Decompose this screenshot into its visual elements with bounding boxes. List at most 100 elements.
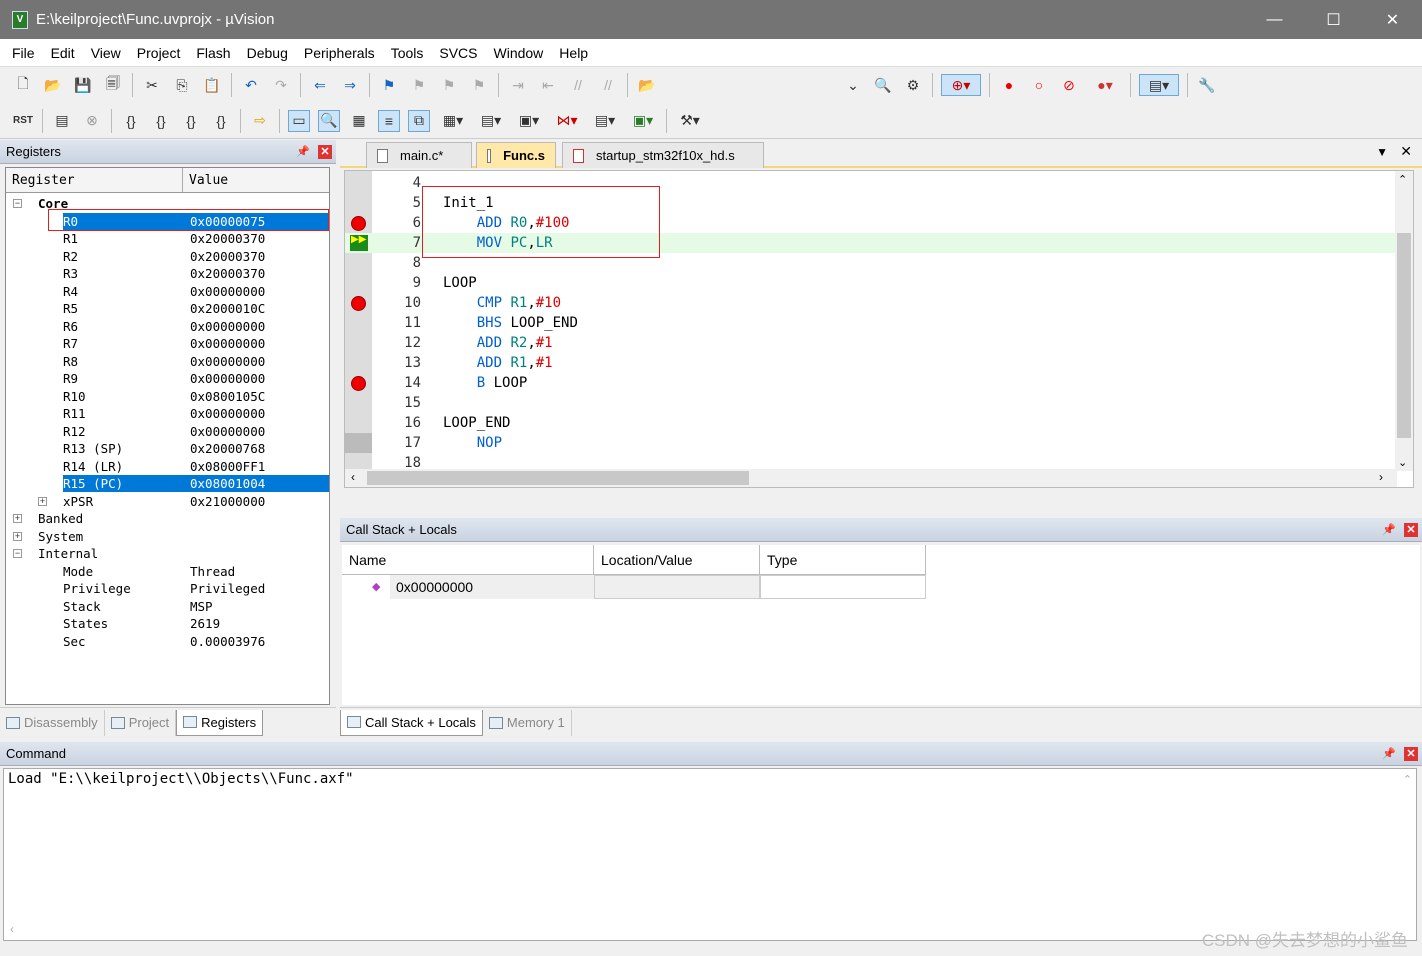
register-row[interactable]: R3 0x20000370 [63,265,329,282]
code-line[interactable]: 11 BHS LOOP_END [345,313,1395,333]
nav-back-icon[interactable]: ⇐ [309,74,331,96]
name-column-header[interactable]: Name [342,545,594,575]
symbols-window-icon[interactable]: ▦ [348,110,370,132]
command-output[interactable]: Load "E:\\keilproject\\Objects\\Func.axf… [3,768,1417,941]
step-into-icon[interactable]: {} [120,110,142,132]
comment-icon[interactable]: // [567,74,589,96]
incremental-find-icon[interactable]: ⚙ [902,74,924,96]
save-icon[interactable]: 💾 [72,74,94,96]
register-row[interactable]: R7 0x00000000 [63,335,329,352]
tab-memory-1[interactable]: Memory 1 [483,709,572,736]
menu-tools[interactable]: Tools [383,45,432,61]
tab-project[interactable]: Project [105,709,177,736]
bookmark-icon[interactable]: ⚑ [378,74,400,96]
register-row[interactable]: R9 0x00000000 [63,370,329,387]
register-row[interactable]: Banked [38,510,329,527]
close-panel-icon[interactable]: ✕ [318,144,332,159]
register-row[interactable]: R14 (LR) 0x08000FF1 [63,458,329,475]
menu-help[interactable]: Help [551,45,596,61]
close-editor-icon[interactable]: ✕ [1400,143,1412,160]
maximize-button[interactable]: ☐ [1304,0,1363,39]
clear-bookmarks-icon[interactable]: ⚑ [468,74,490,96]
stop-icon[interactable]: ⊗ [81,110,103,132]
register-row[interactable]: Stack MSP [63,598,329,615]
menu-debug[interactable]: Debug [239,45,296,61]
register-row[interactable]: Mode Thread [63,563,329,580]
tab-disassembly[interactable]: Disassembly [0,709,105,736]
register-row[interactable]: R8 0x00000000 [63,353,329,370]
expand-toggle-icon[interactable]: − [13,199,22,208]
expand-toggle-icon[interactable]: + [13,531,22,541]
code-line[interactable]: 10 CMP R1,#10 [345,293,1395,313]
type-column-header[interactable]: Type [760,545,926,575]
menu-file[interactable]: File [4,45,43,61]
target-dropdown-icon[interactable]: ⌄ [842,74,864,96]
location-column-header[interactable]: Location/Value [594,545,760,575]
pin-icon[interactable]: 📌 [1382,747,1396,760]
register-row[interactable]: Privilege Privileged [63,580,329,597]
tab-call-stack[interactable]: Call Stack + Locals [340,709,483,736]
nav-forward-icon[interactable]: ⇒ [339,74,361,96]
menu-project[interactable]: Project [129,45,189,61]
register-row[interactable]: R5 0x2000010C [63,300,329,317]
menu-edit[interactable]: Edit [43,45,83,61]
table-row[interactable]: ◆ 0x00000000 [372,575,594,599]
memory-window-icon[interactable]: ▤▾ [476,110,506,132]
minimize-button[interactable]: — [1245,0,1304,39]
run-icon[interactable]: ▤ [51,110,73,132]
menu-flash[interactable]: Flash [188,45,238,61]
indent-icon[interactable]: ⇥ [507,74,529,96]
disable-breakpoints-icon[interactable]: ⊘ [1058,74,1080,96]
close-button[interactable]: ✕ [1363,0,1422,39]
register-row[interactable]: States 2619 [63,615,329,632]
scroll-left-icon[interactable]: ‹ [10,922,14,936]
kill-breakpoints-icon[interactable]: ●▾ [1088,74,1122,96]
breakpoint-icon[interactable] [351,216,366,231]
insert-breakpoint-icon[interactable]: ● [998,74,1020,96]
paste-icon[interactable]: 📋 [201,74,223,96]
register-row[interactable]: Internal [38,545,329,562]
menu-peripherals[interactable]: Peripherals [296,45,383,61]
register-row[interactable]: xPSR 0x21000000 [63,493,329,510]
redo-icon[interactable]: ↷ [270,74,292,96]
uncomment-icon[interactable]: // [597,74,619,96]
tab-main-c[interactable]: main.c* [366,142,472,168]
pin-icon[interactable]: 📌 [1382,523,1396,536]
tab-func-s[interactable]: Func.s [476,142,556,168]
register-row[interactable]: System [38,528,329,545]
pin-icon[interactable]: 📌 [296,145,310,158]
step-over-icon[interactable]: {} [150,110,172,132]
run-to-cursor-icon[interactable]: {} [210,110,232,132]
register-row[interactable]: R11 0x00000000 [63,405,329,422]
code-line[interactable]: 13 ADD R1,#1 [345,353,1395,373]
next-bookmark-icon[interactable]: ⚑ [438,74,460,96]
disassembly-window-icon[interactable]: 🔍 [318,109,340,132]
configure-icon[interactable]: 🔧 [1196,74,1218,96]
command-window-icon[interactable]: ▭ [288,109,310,132]
find-in-files-icon[interactable]: 📂 [636,74,658,96]
code-line[interactable]: 14 B LOOP [345,373,1395,393]
tab-registers[interactable]: Registers [176,709,264,736]
toolbox-icon[interactable]: ⚒▾ [675,110,705,132]
code-line[interactable]: 12 ADD R2,#1 [345,333,1395,353]
menu-window[interactable]: Window [486,45,552,61]
register-row[interactable]: R0 0x00000075 [63,212,329,230]
menu-view[interactable]: View [83,45,129,61]
breakpoint-icon[interactable] [351,376,366,391]
close-panel-icon[interactable]: ✕ [1404,522,1418,537]
code-line[interactable]: 9 LOOP [345,273,1395,293]
code-line[interactable]: 17 NOP [345,433,1395,453]
find-icon[interactable]: 🔍 [872,74,894,96]
trace-window-icon[interactable]: ▤▾ [590,110,620,132]
open-file-icon[interactable]: 📂 [42,74,64,96]
watch-window-icon[interactable]: ▦▾ [438,110,468,132]
undo-icon[interactable]: ↶ [240,74,262,96]
analysis-window-icon[interactable]: ⋈▾ [552,110,582,132]
show-next-statement-icon[interactable]: ⇨ [249,110,271,132]
window-layout-icon[interactable]: ▤▾ [1139,74,1179,96]
register-row[interactable]: R4 0x00000000 [63,283,329,300]
cut-icon[interactable]: ✂ [141,74,163,96]
editor-horizontal-scrollbar[interactable]: ‹ › [345,469,1397,487]
register-row[interactable]: Core [38,195,329,212]
serial-window-icon[interactable]: ▣▾ [514,110,544,132]
